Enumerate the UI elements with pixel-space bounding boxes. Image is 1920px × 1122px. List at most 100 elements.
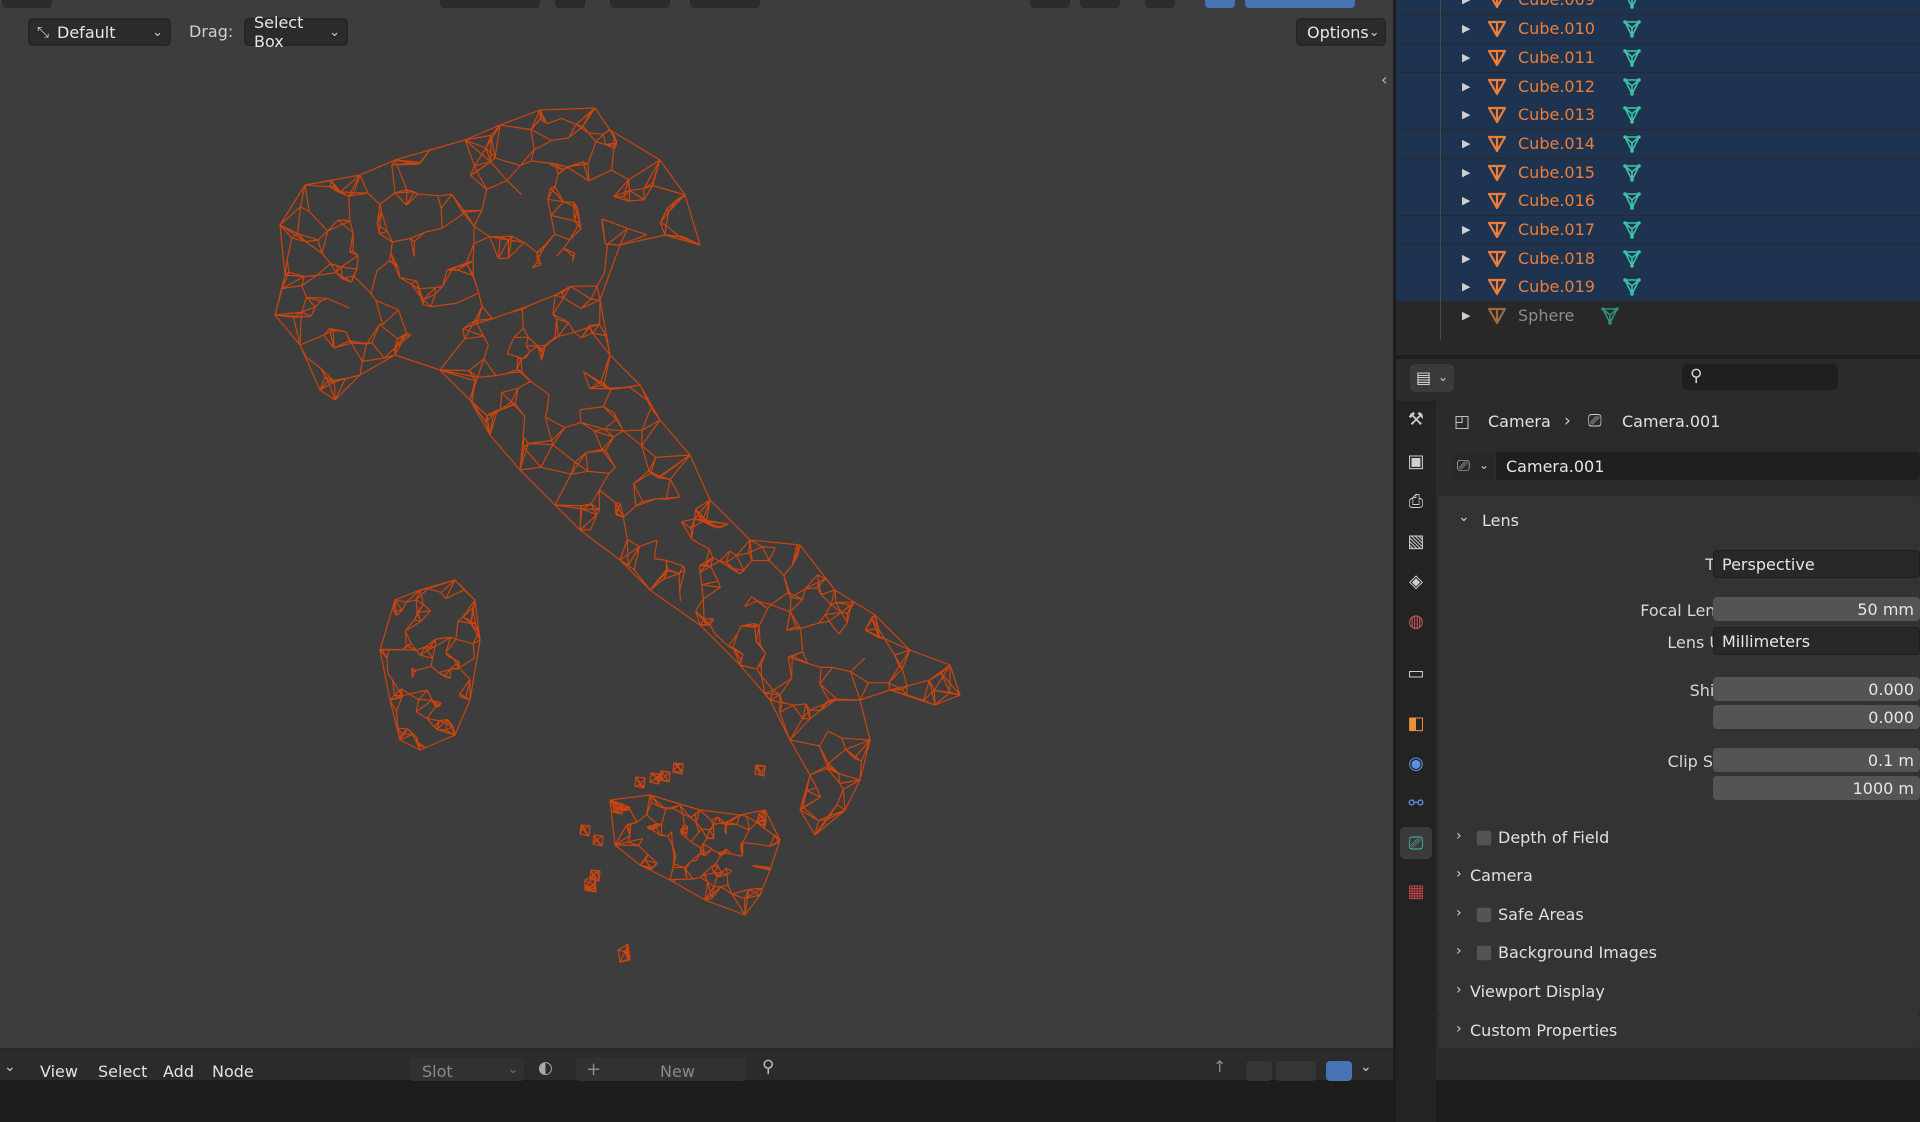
outliner-item-name[interactable]: Cube.016 bbox=[1518, 191, 1595, 210]
mesh-data-icon[interactable] bbox=[1622, 18, 1642, 40]
expand-triangle-icon[interactable]: ▶ bbox=[1462, 22, 1470, 35]
mesh-data-icon[interactable] bbox=[1622, 104, 1642, 126]
view-layer-icon[interactable]: ▧ bbox=[1400, 525, 1432, 557]
world-icon[interactable]: ◍ bbox=[1400, 605, 1432, 637]
menu-view[interactable]: View bbox=[40, 1062, 78, 1081]
expand-triangle-icon[interactable]: ▶ bbox=[1462, 252, 1470, 265]
expand-triangle-icon[interactable]: ▶ bbox=[1462, 0, 1470, 6]
parent-node-tree-icon[interactable]: ↑ bbox=[1213, 1057, 1226, 1076]
outliner-item-name[interactable]: Cube.018 bbox=[1518, 249, 1595, 268]
lens-type-dropdown[interactable]: Perspective bbox=[1713, 550, 1920, 578]
outliner-row[interactable]: ▶ Cube.016 bbox=[1396, 187, 1920, 215]
header-stub[interactable] bbox=[440, 0, 540, 8]
header-stub[interactable] bbox=[610, 0, 670, 8]
mesh-data-icon[interactable] bbox=[1622, 162, 1642, 184]
outliner-row[interactable]: ▶ Cube.009 bbox=[1396, 0, 1920, 14]
mesh-data-icon[interactable] bbox=[1622, 276, 1642, 298]
snap-element-icon[interactable] bbox=[1276, 1061, 1316, 1081]
chevron-down-icon[interactable]: ⌄ bbox=[1360, 1059, 1372, 1075]
clip-start-field[interactable]: 0.1 m bbox=[1713, 748, 1920, 772]
italy-wireframe-mesh[interactable] bbox=[0, 0, 1393, 1048]
subpanel-checkbox[interactable] bbox=[1476, 830, 1492, 846]
outliner-row[interactable]: ▶ Cube.015 bbox=[1396, 159, 1920, 187]
mesh-data-icon[interactable] bbox=[1622, 47, 1642, 69]
shift-x-field[interactable]: 0.000 bbox=[1713, 677, 1920, 701]
outliner-item-name[interactable]: Cube.014 bbox=[1518, 134, 1595, 153]
constraints-icon[interactable]: ⚯ bbox=[1400, 787, 1432, 819]
slot-dropdown[interactable]: Slot ⌄ bbox=[410, 1057, 524, 1081]
shading-buttons[interactable] bbox=[1245, 0, 1355, 8]
expand-triangle-icon[interactable]: ▶ bbox=[1462, 280, 1470, 293]
header-stub[interactable] bbox=[690, 0, 760, 8]
physics-icon[interactable]: ◉ bbox=[1400, 747, 1432, 779]
tool-icon[interactable]: ⚒ bbox=[1400, 403, 1432, 435]
clip-end-field[interactable]: 1000 m bbox=[1713, 776, 1920, 800]
header-stub[interactable] bbox=[1205, 0, 1235, 8]
outliner-row[interactable]: ▶ Cube.019 bbox=[1396, 273, 1920, 301]
header-stub[interactable] bbox=[1145, 0, 1175, 8]
outliner-item-name[interactable]: Cube.012 bbox=[1518, 77, 1595, 96]
output-icon[interactable]: ⎙ bbox=[1400, 485, 1432, 517]
options-dropdown[interactable]: Options ⌄ bbox=[1296, 18, 1386, 46]
outliner-row[interactable]: ▶ Cube.014 bbox=[1396, 130, 1920, 158]
sidebar-toggle-icon[interactable]: ‹ bbox=[1381, 70, 1387, 89]
outliner[interactable]: ▶ Cube.009 ▶ Cube.010 ▶ Cube.011 ▶ Cube.012 ▶ Cub… bbox=[1396, 0, 1920, 355]
editor-type-dropdown[interactable]: ▤ ⌄ bbox=[1410, 364, 1454, 392]
outliner-row[interactable]: ▶ Cube.018 bbox=[1396, 245, 1920, 273]
new-material-button[interactable]: + New bbox=[576, 1057, 746, 1081]
focal-length-field[interactable]: 50 mm bbox=[1713, 597, 1920, 621]
outliner-row[interactable]: ▶ Cube.011 bbox=[1396, 44, 1920, 72]
subpanel-viewport-display[interactable]: › Viewport Display bbox=[1438, 975, 1920, 1009]
mesh-data-icon[interactable] bbox=[1622, 133, 1642, 155]
editor-type-chevron-icon[interactable]: ⌄ bbox=[4, 1059, 16, 1075]
expand-triangle-icon[interactable]: ▶ bbox=[1462, 223, 1470, 236]
subpanel-custom-properties[interactable]: › Custom Properties bbox=[1438, 1014, 1920, 1048]
outliner-item-name[interactable]: Cube.017 bbox=[1518, 220, 1595, 239]
outliner-item-name[interactable]: Cube.019 bbox=[1518, 277, 1595, 296]
header-stub[interactable] bbox=[555, 0, 585, 8]
overlays-icon[interactable] bbox=[1326, 1061, 1352, 1081]
outliner-row[interactable]: ▶ Cube.013 bbox=[1396, 101, 1920, 129]
menu-select[interactable]: Select bbox=[98, 1062, 147, 1081]
mesh-data-icon[interactable] bbox=[1600, 305, 1620, 327]
object-icon[interactable]: ◧ bbox=[1400, 707, 1432, 739]
header-stub[interactable] bbox=[1030, 0, 1070, 8]
shift-y-field[interactable]: 0.000 bbox=[1713, 705, 1920, 729]
outliner-row[interactable]: ▶ Cube.010 bbox=[1396, 15, 1920, 43]
3d-viewport[interactable]: ⤡ Default ⌄ Drag: Select Box ⌄ Options ⌄… bbox=[0, 0, 1393, 1048]
texture-icon[interactable]: ▦ bbox=[1400, 875, 1432, 907]
collection-icon[interactable]: ▭ bbox=[1400, 657, 1432, 689]
header-stub[interactable] bbox=[1080, 0, 1120, 8]
expand-triangle-icon[interactable]: ▶ bbox=[1462, 166, 1470, 179]
menu-node[interactable]: Node bbox=[212, 1062, 254, 1081]
lens-unit-dropdown[interactable]: Millimeters bbox=[1713, 627, 1920, 655]
material-browse-icon[interactable]: ◐ bbox=[538, 1058, 553, 1078]
expand-triangle-icon[interactable]: ▶ bbox=[1462, 80, 1470, 93]
outliner-row[interactable]: ▶ Cube.017 bbox=[1396, 216, 1920, 244]
outliner-item-name[interactable]: Cube.013 bbox=[1518, 105, 1595, 124]
expand-triangle-icon[interactable]: ▶ bbox=[1462, 137, 1470, 150]
menu-add[interactable]: Add bbox=[163, 1062, 194, 1081]
datablock-browse-button[interactable]: ⎚ ⌄ bbox=[1452, 452, 1494, 480]
subpanel-safe-areas[interactable]: › Safe Areas bbox=[1438, 898, 1920, 932]
drag-dropdown[interactable]: Select Box ⌄ bbox=[244, 13, 348, 51]
properties-search-input[interactable]: ⚲ bbox=[1682, 364, 1838, 390]
expand-triangle-icon[interactable]: ▶ bbox=[1462, 309, 1470, 322]
snap-icon[interactable] bbox=[1246, 1061, 1272, 1081]
outliner-row[interactable]: ▶ Sphere bbox=[1396, 302, 1920, 330]
expand-triangle-icon[interactable]: ▶ bbox=[1462, 194, 1470, 207]
outliner-item-name[interactable]: Cube.009 bbox=[1518, 0, 1595, 9]
render-icon[interactable]: ▣ bbox=[1400, 445, 1432, 477]
outliner-item-name[interactable]: Cube.015 bbox=[1518, 163, 1595, 182]
scene-icon[interactable]: ◈ bbox=[1400, 565, 1432, 597]
mesh-data-icon[interactable] bbox=[1622, 190, 1642, 212]
pin-icon[interactable]: ⚲ bbox=[762, 1057, 774, 1077]
chevron-down-icon[interactable]: ⌄ bbox=[1458, 509, 1470, 525]
subpanel-checkbox[interactable] bbox=[1476, 945, 1492, 961]
subpanel-checkbox[interactable] bbox=[1476, 907, 1492, 923]
lens-panel-title[interactable]: Lens bbox=[1482, 511, 1519, 530]
mesh-data-icon[interactable] bbox=[1622, 248, 1642, 270]
expand-triangle-icon[interactable]: ▶ bbox=[1462, 108, 1470, 121]
outliner-row[interactable]: ▶ Cube.012 bbox=[1396, 73, 1920, 101]
expand-triangle-icon[interactable]: ▶ bbox=[1462, 51, 1470, 64]
